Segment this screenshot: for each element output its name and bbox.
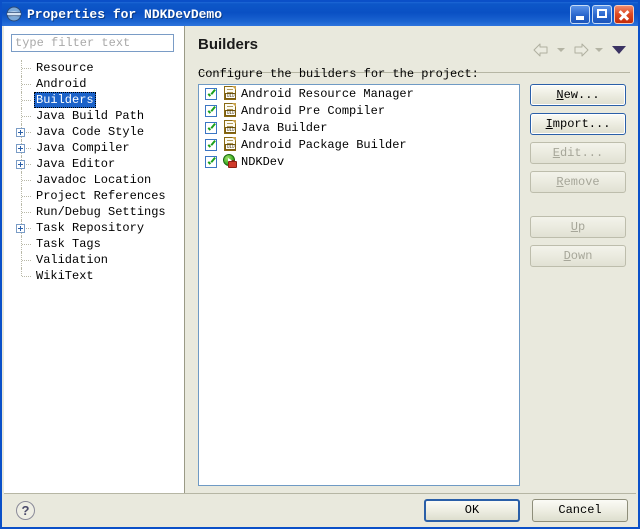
sidebar-item-label: Java Code Style: [36, 125, 145, 139]
back-arrow-icon[interactable]: [532, 42, 552, 58]
builder-doc-icon: 010: [223, 86, 238, 101]
builder-icon-binary-text: 010: [225, 144, 236, 150]
cancel-button[interactable]: Cancel: [532, 499, 628, 522]
page-description: Configure the builders for the project:: [198, 67, 479, 81]
tree-connector: [22, 276, 31, 277]
tree-connector: [22, 212, 31, 213]
forward-arrow-icon[interactable]: [570, 42, 590, 58]
up-button: Up: [530, 216, 626, 238]
builder-checkbox[interactable]: [205, 155, 217, 168]
tree-connector: [22, 100, 31, 101]
sidebar-item-resource[interactable]: Resource: [4, 60, 184, 76]
builder-doc-icon: 010: [223, 120, 238, 135]
window-title: Properties for NDKDevDemo: [27, 6, 223, 22]
builder-checkbox[interactable]: [205, 138, 217, 151]
tree-connector: [22, 260, 31, 261]
page-header: Builders: [198, 36, 630, 73]
sidebar-item-label: Android: [36, 77, 87, 91]
builder-row[interactable]: 010 Android Resource Manager: [199, 85, 519, 102]
builder-icon-binary-text: 010: [225, 93, 236, 99]
expand-plus-icon[interactable]: [16, 144, 25, 153]
sidebar-item-task-tags[interactable]: Task Tags: [4, 236, 184, 252]
sidebar-item-wikitext[interactable]: WikiText: [4, 268, 184, 284]
down-button: Down: [530, 245, 626, 267]
sidebar-item-android[interactable]: Android: [4, 76, 184, 92]
sidebar-item-javadoc-location[interactable]: Javadoc Location: [4, 172, 184, 188]
settings-tree[interactable]: Resource Android Builders Java Build Path Ja…: [4, 60, 184, 493]
filter-input[interactable]: [11, 34, 174, 52]
sidebar-item-task-repository[interactable]: Task Repository: [4, 220, 184, 236]
builder-row[interactable]: 010 Android Package Builder: [199, 136, 519, 153]
minimize-button[interactable]: [570, 4, 590, 24]
sidebar-item-project-references[interactable]: Project References: [4, 188, 184, 204]
close-button[interactable]: [614, 4, 634, 24]
builder-row[interactable]: 010 Java Builder: [199, 119, 519, 136]
window-controls: [570, 4, 634, 24]
builder-checkbox[interactable]: [205, 104, 217, 117]
tree-connector: [22, 196, 31, 197]
sidebar-item-label: Java Compiler: [36, 141, 130, 155]
builder-label: NDKDev: [241, 154, 285, 169]
builder-label: Android Pre Compiler: [241, 103, 386, 118]
import-button[interactable]: Import...: [530, 113, 626, 135]
ok-button[interactable]: OK: [424, 499, 520, 522]
sidebar-item-builders[interactable]: Builders: [4, 92, 184, 108]
maximize-button[interactable]: [592, 4, 612, 24]
sidebar-item-label: Resource: [36, 61, 94, 75]
builder-label: Android Package Builder: [241, 137, 407, 152]
view-menu-triangle-icon[interactable]: [612, 46, 626, 54]
sidebar-item-label: Project References: [36, 189, 166, 203]
sidebar-item-java-build-path[interactable]: Java Build Path: [4, 108, 184, 124]
dialog-footer: ? OK Cancel: [4, 493, 636, 527]
sidebar-item-java-code-style[interactable]: Java Code Style: [4, 124, 184, 140]
builder-run-icon: [223, 154, 238, 169]
edit-button: Edit...: [530, 142, 626, 164]
expand-plus-icon[interactable]: [16, 160, 25, 169]
builder-icon-binary-text: 010: [225, 110, 236, 116]
builder-row[interactable]: NDKDev: [199, 153, 519, 170]
sidebar-item-java-compiler[interactable]: Java Compiler: [4, 140, 184, 156]
builder-icon-binary-text: 010: [225, 127, 236, 133]
expand-plus-icon[interactable]: [16, 128, 25, 137]
tree-connector: [22, 180, 31, 181]
expand-plus-icon[interactable]: [16, 224, 25, 233]
sidebar-item-java-editor[interactable]: Java Editor: [4, 156, 184, 172]
page-navigation: [532, 42, 626, 58]
builder-checkbox[interactable]: [205, 87, 217, 100]
sidebar-item-label: Java Editor: [36, 157, 116, 171]
sidebar-item-label: Task Repository: [36, 221, 145, 235]
builder-checkbox[interactable]: [205, 121, 217, 134]
sidebar-item-label: Builders: [34, 92, 96, 108]
sidebar-item-label: Javadoc Location: [36, 173, 152, 187]
builder-label: Android Resource Manager: [241, 86, 414, 101]
builders-list[interactable]: 010 Android Resource Manager 010 Android Pr…: [198, 84, 520, 486]
help-icon[interactable]: ?: [16, 501, 35, 520]
builder-label: Java Builder: [241, 120, 328, 135]
builder-doc-icon: 010: [223, 103, 238, 118]
builders-page: Builders Configure the builders for the …: [190, 26, 636, 493]
tree-connector: [22, 116, 31, 117]
sidebar-item-label: Java Build Path: [36, 109, 145, 123]
sidebar-item-label: Run/Debug Settings: [36, 205, 166, 219]
tree-connector: [22, 68, 31, 69]
back-dropdown-caret-icon[interactable]: [557, 48, 565, 52]
builder-row[interactable]: 010 Android Pre Compiler: [199, 102, 519, 119]
properties-dialog: Properties for NDKDevDemo Resource Androi…: [0, 0, 640, 529]
remove-button: Remove: [530, 171, 626, 193]
new-button[interactable]: New...: [530, 84, 626, 106]
builder-doc-icon: 010: [223, 137, 238, 152]
tree-connector: [22, 244, 31, 245]
sidebar-item-label: WikiText: [36, 269, 94, 283]
sidebar-item-validation[interactable]: Validation: [4, 252, 184, 268]
title-bar[interactable]: Properties for NDKDevDemo: [2, 2, 638, 26]
eclipse-globe-icon: [6, 6, 22, 22]
sidebar-item-label: Validation: [36, 253, 109, 267]
dialog-buttons: OK Cancel: [424, 499, 628, 522]
builders-action-buttons: New... Import... Edit... Remove Up Down: [530, 84, 630, 274]
sidebar-item-label: Task Tags: [36, 237, 101, 251]
sidebar-item-run-debug-settings[interactable]: Run/Debug Settings: [4, 204, 184, 220]
settings-navigation-pane: Resource AndroidBuildersJava Build Path Ja…: [4, 26, 184, 493]
forward-dropdown-caret-icon[interactable]: [595, 48, 603, 52]
tree-connector: [22, 84, 31, 85]
